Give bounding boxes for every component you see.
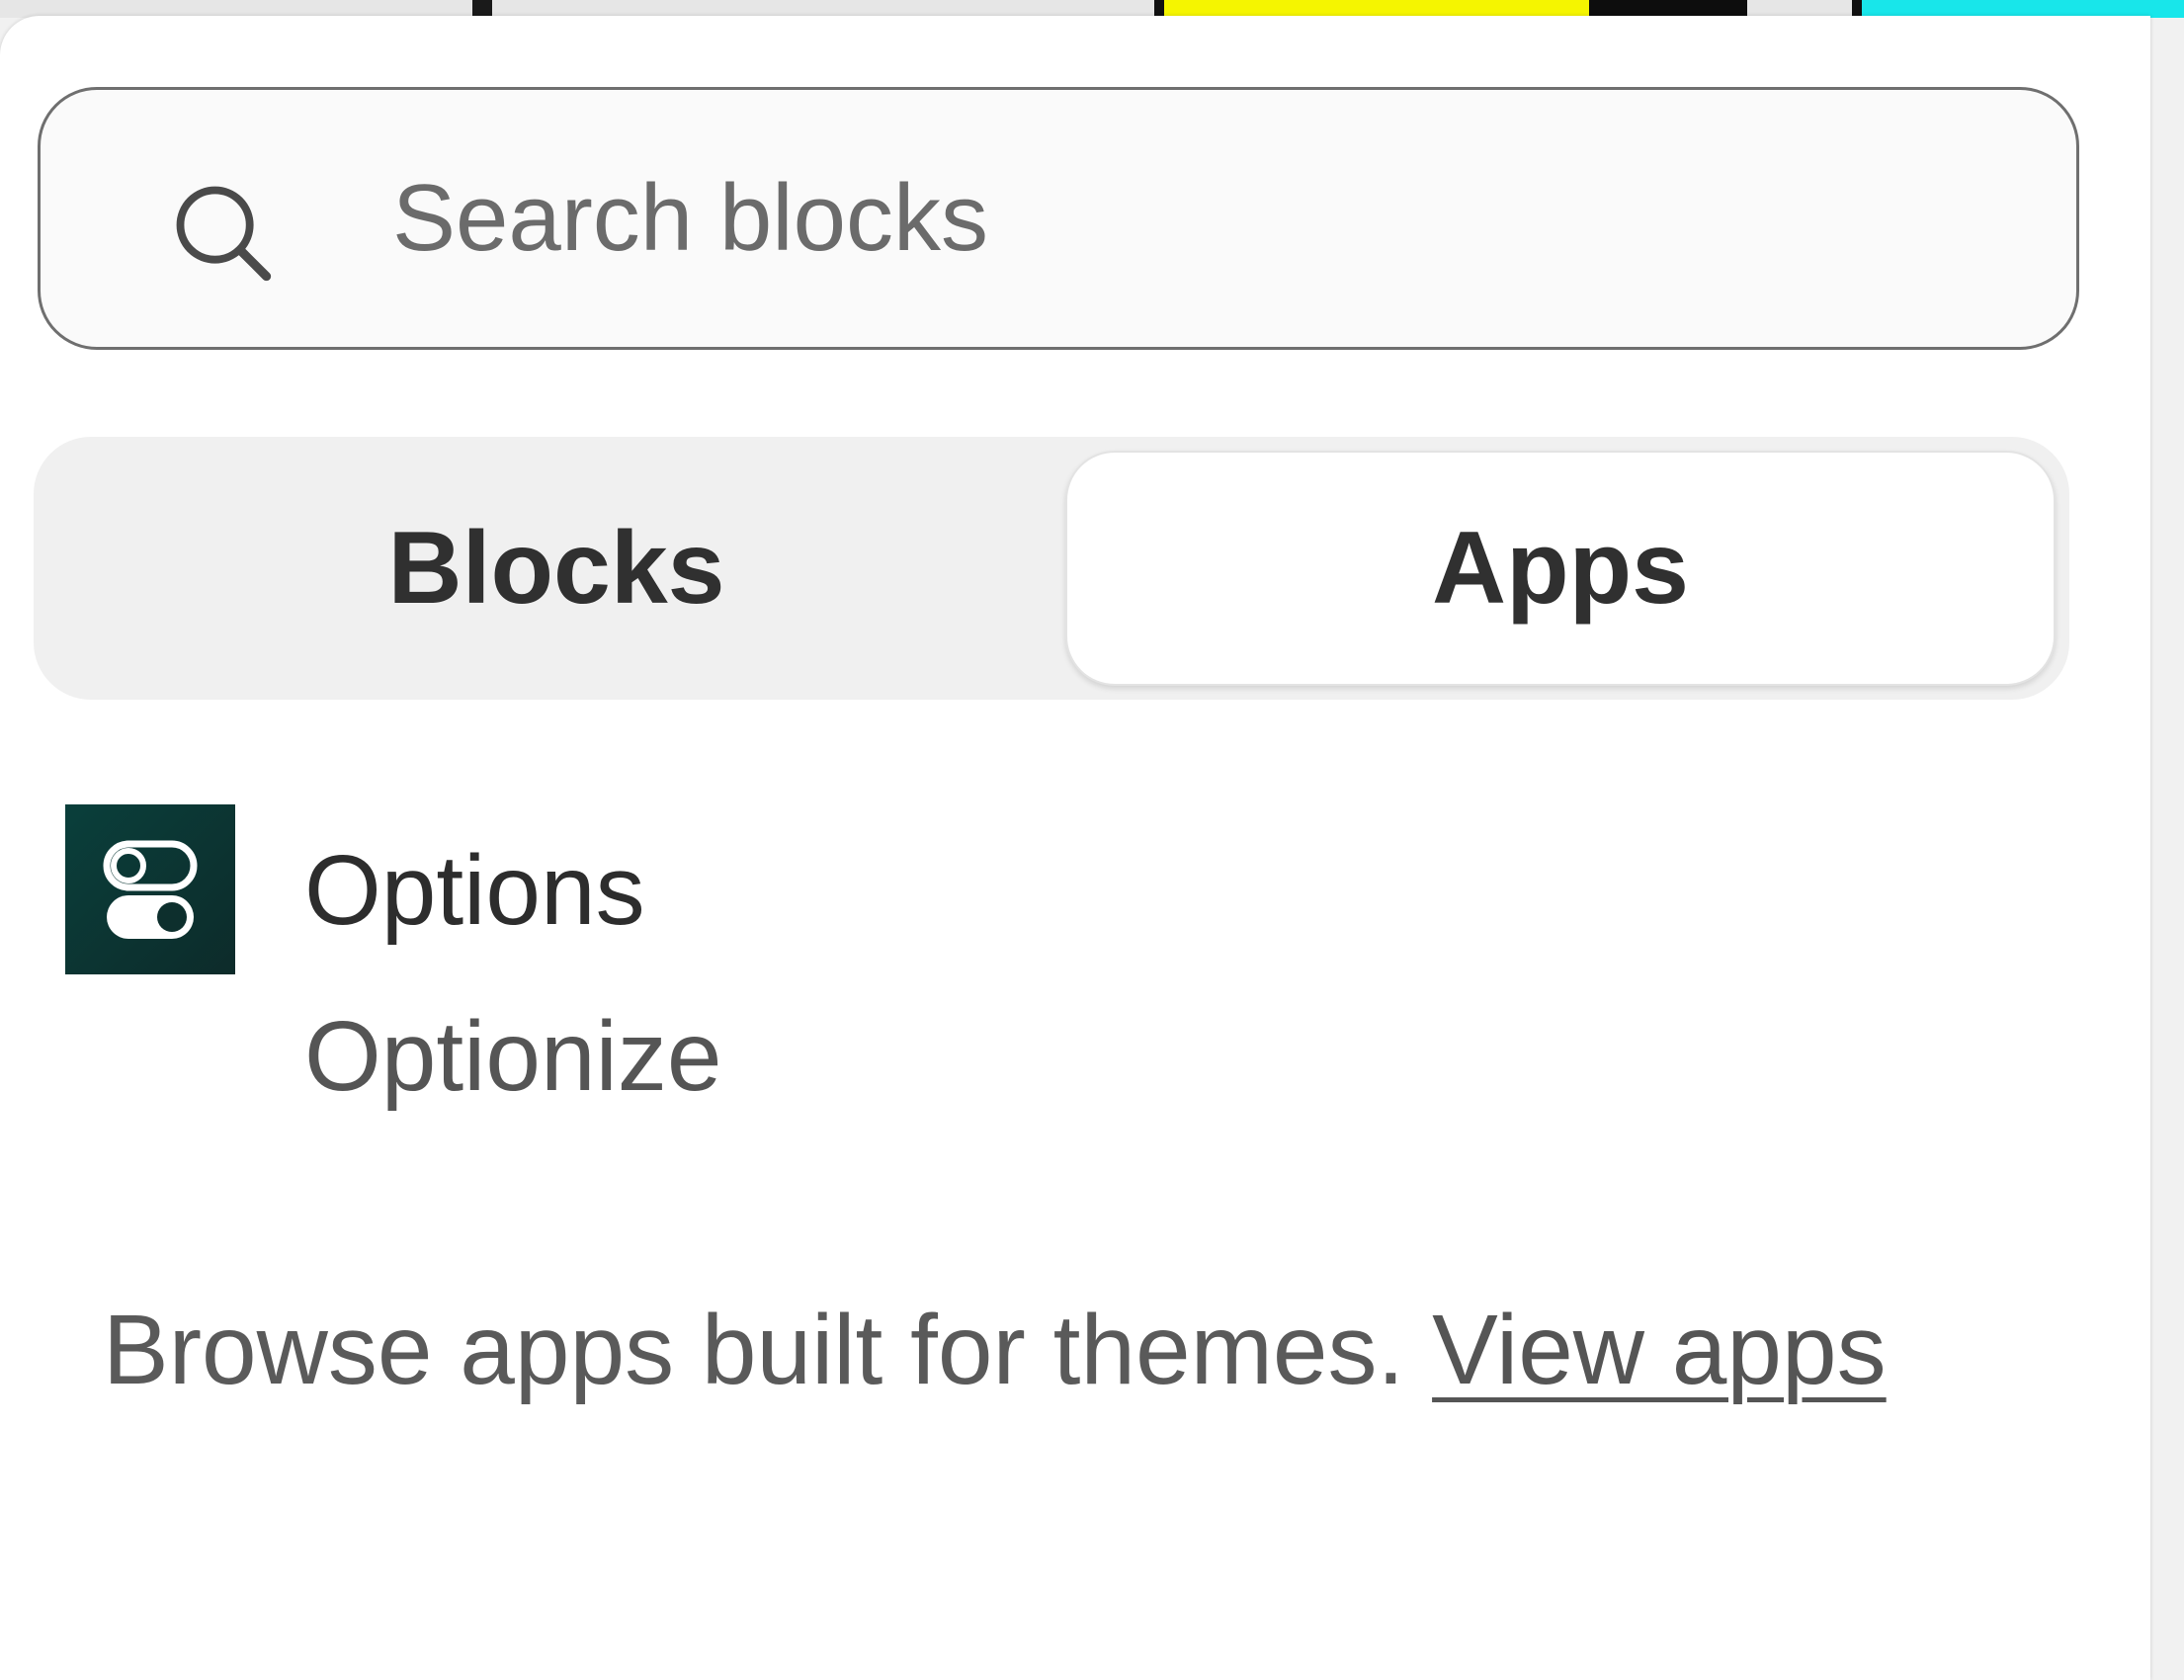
browse-apps-message: Browse apps built for themes. <box>103 1295 1433 1405</box>
block-picker-panel: Blocks Apps Options Optionize Browse app… <box>0 16 2150 1680</box>
browse-apps-text: Browse apps built for themes. View apps <box>103 1265 2020 1435</box>
tab-blocks-label: Blocks <box>387 510 725 626</box>
tab-apps[interactable]: Apps <box>1065 451 2056 686</box>
tab-blocks[interactable]: Blocks <box>47 451 1065 686</box>
blocks-apps-segmented-control: Blocks Apps <box>34 437 2069 700</box>
app-developer: Optionize <box>304 1001 722 1112</box>
search-input[interactable] <box>392 139 1974 297</box>
search-icon <box>176 186 272 282</box>
app-list-item-options[interactable]: Options Optionize <box>65 804 1449 1140</box>
search-field[interactable] <box>38 87 2079 350</box>
options-app-icon <box>65 804 235 974</box>
view-apps-link[interactable]: View apps <box>1432 1295 1887 1405</box>
tab-apps-label: Apps <box>1432 510 1689 626</box>
app-name: Options <box>304 835 645 946</box>
